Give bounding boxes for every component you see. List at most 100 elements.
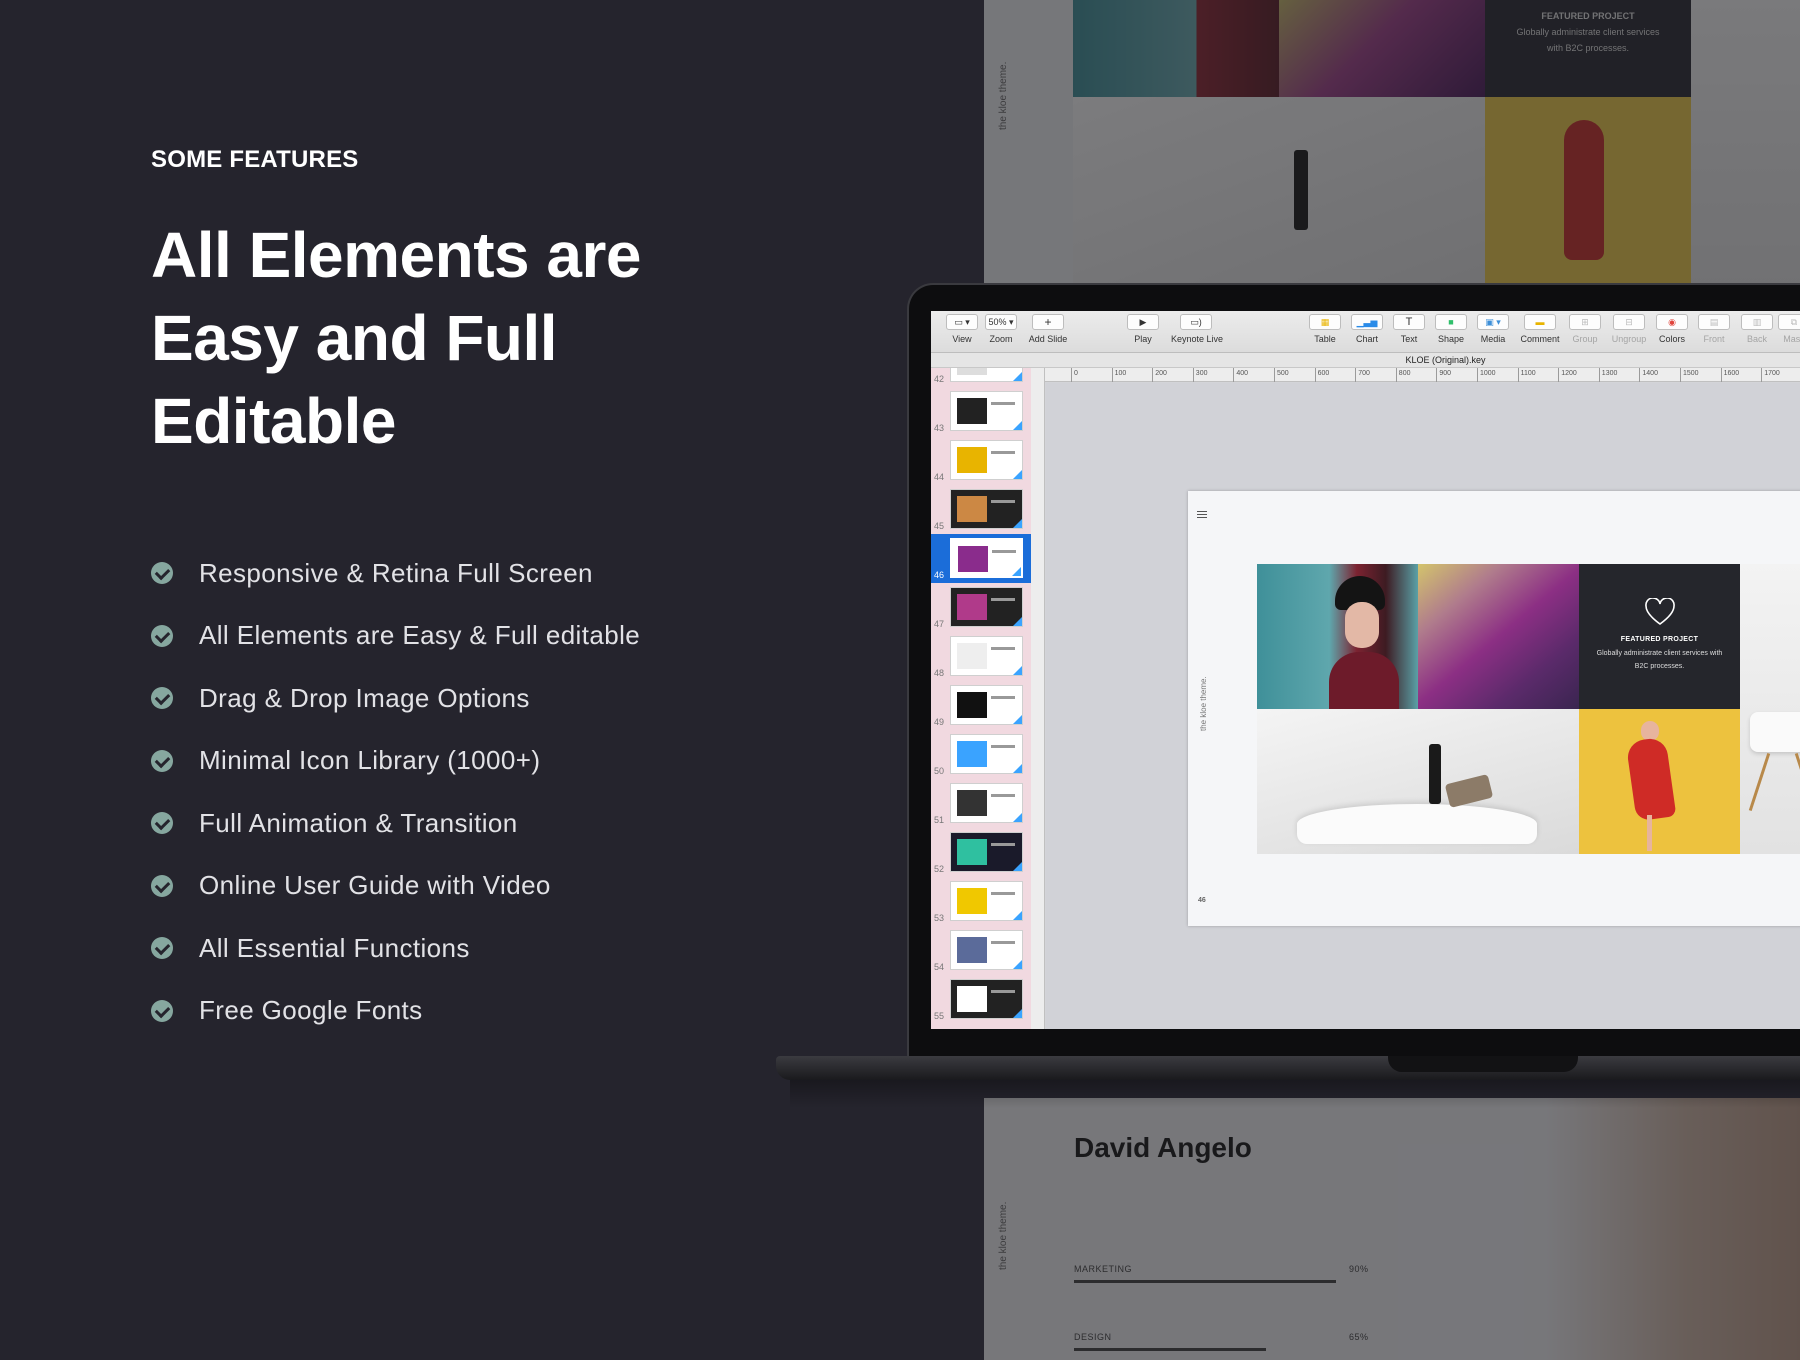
slide-thumbnail-43[interactable]: 43 — [931, 387, 1031, 436]
slide-canvas: the kloe theme. FEATURED PROJECT Globall… — [1046, 383, 1800, 1029]
sofa-shape — [1297, 804, 1537, 844]
feature-item: All Essential Functions — [151, 917, 640, 980]
ruler-tick: 700 — [1355, 368, 1370, 382]
view-icon: ▭ ▾ — [946, 314, 978, 330]
featured-text: Globally administrate client services wi… — [1596, 650, 1723, 670]
laptop-notch — [1388, 1056, 1578, 1072]
thumbnail-corner — [1013, 960, 1022, 969]
vertical-brand-label: the kloe theme. — [1199, 676, 1208, 731]
color-wheel-icon: ◉ — [1656, 314, 1688, 330]
thumbnail-block — [958, 546, 988, 572]
thumbnail-preview — [950, 783, 1023, 823]
mask-icon: ⧉ — [1778, 314, 1800, 330]
group-button[interactable]: ⊞ Group — [1560, 314, 1610, 344]
ruler-tick: 200 — [1152, 368, 1167, 382]
thumbnail-corner — [1013, 666, 1022, 675]
thumbnail-preview — [950, 979, 1023, 1019]
thumbnail-block — [957, 643, 987, 669]
thumbnail-block — [991, 843, 1015, 846]
thumbnail-corner — [1013, 911, 1022, 920]
building-photo[interactable] — [1418, 564, 1579, 709]
yellow-photo[interactable] — [1579, 709, 1740, 854]
feature-item: Responsive & Retina Full Screen — [151, 542, 640, 605]
ruler-tick: 800 — [1395, 368, 1410, 382]
slide-number: 45 — [934, 521, 945, 531]
thumbnail-block — [991, 990, 1015, 993]
thumbnail-preview — [950, 368, 1023, 382]
ruler-tick: 400 — [1233, 368, 1248, 382]
pillow-shape — [1444, 774, 1494, 808]
ruler-tick: 600 — [1314, 368, 1329, 382]
play-button[interactable]: ▶ Play — [1118, 314, 1168, 344]
comment-button[interactable]: ▬ Comment — [1515, 314, 1565, 344]
thumbnail-block — [991, 696, 1015, 699]
feature-item: Free Google Fonts — [151, 980, 640, 1043]
interior-photo — [1073, 97, 1485, 285]
thumbnail-block — [957, 368, 987, 375]
interior-photo[interactable] — [1257, 709, 1579, 854]
ungroup-icon: ⊟ — [1613, 314, 1645, 330]
zoom-button[interactable]: 50% ▾ Zoom — [976, 314, 1026, 344]
ruler-tick: 900 — [1436, 368, 1451, 382]
slide-navigator: 42 43 44 45 46 47 48 49 50 51 52 53 54 55 — [931, 368, 1031, 1029]
slide-thumbnail-54[interactable]: 54 — [931, 926, 1031, 975]
toolbar: ▭ ▾ View 50% ▾ Zoom + Add Slide ▶ Play ▭… — [931, 311, 1800, 353]
slide-thumbnail-52[interactable]: 52 — [931, 828, 1031, 877]
ruler-tick: 1400 — [1639, 368, 1658, 382]
chair-photo[interactable] — [1740, 564, 1800, 854]
slide-thumbnail-46[interactable]: 46 — [931, 534, 1031, 583]
ruler-tick: 100 — [1111, 368, 1126, 382]
bring-front-icon: ▤ — [1698, 314, 1730, 330]
thumbnail-preview — [950, 930, 1023, 970]
thumbnail-block — [991, 794, 1015, 797]
coat-shape — [1329, 652, 1399, 709]
thumbnail-block — [991, 745, 1015, 748]
keynote-live-button[interactable]: ▭) Keynote Live — [1171, 314, 1224, 344]
thumbnail-preview — [950, 881, 1023, 921]
featured-title: FEATURED PROJECT — [1620, 636, 1699, 643]
slide-thumbnail-44[interactable]: 44 — [931, 436, 1031, 485]
slide-thumbnail-53[interactable]: 53 — [931, 877, 1031, 926]
zoom-label: Zoom — [989, 334, 1013, 344]
slide-thumbnail-45[interactable]: 45 — [931, 485, 1031, 534]
thumbnail-block — [957, 594, 987, 620]
slide-thumbnail-51[interactable]: 51 — [931, 779, 1031, 828]
media-button[interactable]: ▣ ▾ Media — [1468, 314, 1518, 344]
skill-label: MARKETING — [1074, 1264, 1133, 1274]
ruler-tick: 1700 — [1761, 368, 1780, 382]
slide-thumbnail-48[interactable]: 48 — [931, 632, 1031, 681]
thumbnail-block — [957, 839, 987, 865]
mask-button[interactable]: ⧉ Mask — [1769, 314, 1800, 344]
leg-shape — [1647, 815, 1652, 851]
thumbnail-preview — [950, 832, 1023, 872]
mask-label: Mask — [1783, 334, 1800, 344]
feature-label: Free Google Fonts — [199, 995, 423, 1026]
heart-icon — [1644, 598, 1675, 625]
comment-label: Comment — [1520, 334, 1560, 344]
add-slide-button[interactable]: + Add Slide — [1023, 314, 1073, 344]
slide-thumbnail-50[interactable]: 50 — [931, 730, 1031, 779]
slide-thumbnail-55[interactable]: 55 — [931, 975, 1031, 1024]
featured-project-tile[interactable]: FEATURED PROJECT Globally administrate c… — [1579, 564, 1740, 709]
skill-percent: 90% — [1349, 1264, 1369, 1274]
feature-item: Minimal Icon Library (1000+) — [151, 730, 640, 793]
text-icon: T — [1393, 314, 1425, 330]
thumbnail-preview — [950, 685, 1023, 725]
shape-icon: ■ — [1435, 314, 1467, 330]
current-slide[interactable]: the kloe theme. FEATURED PROJECT Globall… — [1188, 491, 1800, 926]
thumbnail-corner — [1013, 519, 1022, 528]
slide-number: 47 — [934, 619, 945, 629]
slide-thumbnail-49[interactable]: 49 — [931, 681, 1031, 730]
slide-thumbnail-42[interactable]: 42 — [931, 368, 1031, 387]
portrait-photo[interactable] — [1257, 564, 1418, 709]
feature-item: Full Animation & Transition — [151, 792, 640, 855]
thumbnail-corner — [1013, 372, 1022, 381]
slide-thumbnail-47[interactable]: 47 — [931, 583, 1031, 632]
feature-label: All Elements are Easy & Full editable — [199, 620, 641, 651]
add-slide-label: Add Slide — [1028, 334, 1068, 344]
check-circle-icon — [151, 874, 173, 897]
thumbnail-block — [957, 398, 987, 424]
skill-bar — [1074, 1348, 1266, 1351]
keynote-live-label: Keynote Live — [1171, 334, 1224, 344]
vertical-brand-label: the kloe theme. — [998, 61, 1009, 130]
